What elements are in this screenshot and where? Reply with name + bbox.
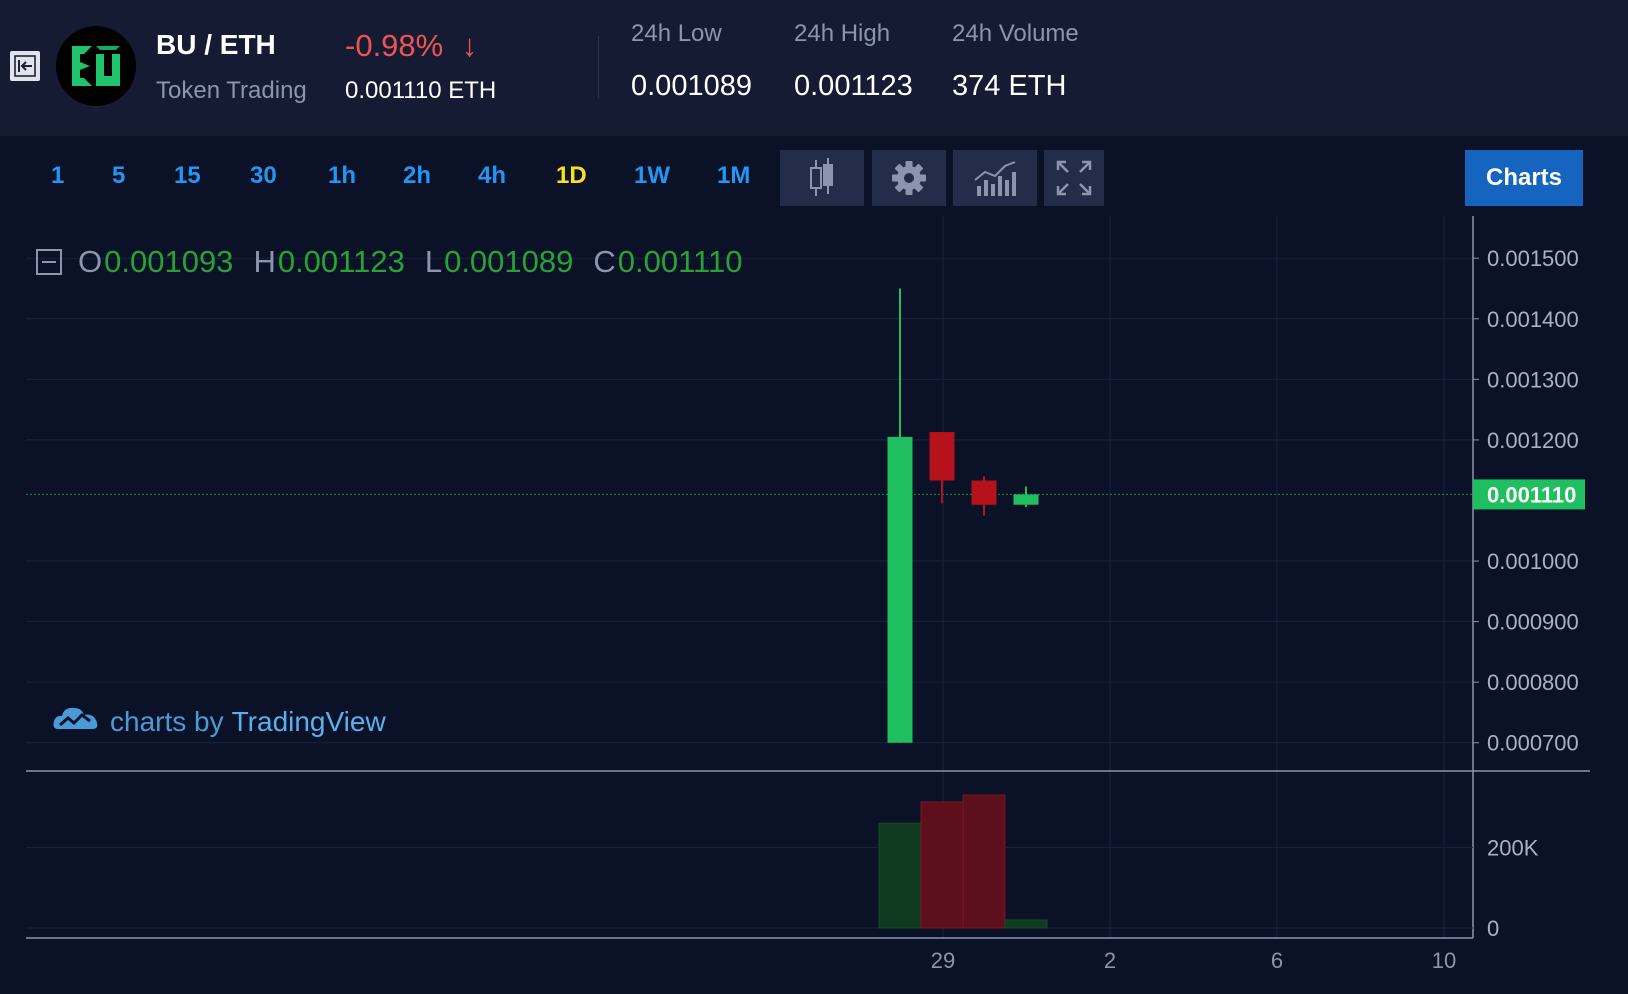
gear-icon[interactable] bbox=[872, 150, 946, 206]
stat-24h-volume: 24h Volume 374 ETH bbox=[952, 20, 1079, 103]
interval-2h[interactable]: 2h bbox=[403, 162, 431, 190]
stat-value: 0.001123 bbox=[794, 70, 913, 102]
y-tick-label: 0.001300 bbox=[1487, 367, 1579, 392]
y-tick-label: 0.001000 bbox=[1487, 549, 1579, 574]
stat-label: 24h Low bbox=[631, 20, 722, 47]
pair-title: BU / ETH bbox=[156, 29, 276, 60]
collapse-left-icon[interactable] bbox=[10, 51, 40, 81]
x-tick-label: 6 bbox=[1271, 948, 1283, 973]
tradingview-watermark[interactable]: charts by TradingView bbox=[52, 703, 386, 740]
price-change: -0.98% ↓ bbox=[345, 28, 477, 64]
arrow-down-icon: ↓ bbox=[461, 28, 478, 63]
fullscreen-icon[interactable] bbox=[1044, 150, 1104, 206]
stat-24h-high: 24h High 0.001123 bbox=[794, 20, 913, 103]
x-tick-label: 2 bbox=[1104, 948, 1116, 973]
candle-body bbox=[887, 436, 913, 743]
stat-value: 374 ETH bbox=[952, 70, 1067, 102]
volume-tick-label: 200K bbox=[1487, 835, 1539, 860]
candle-body bbox=[929, 432, 955, 481]
interval-1w[interactable]: 1W bbox=[634, 162, 670, 190]
pair-subtitle: Token Trading bbox=[156, 77, 307, 104]
stat-24h-low: 24h Low 0.001089 bbox=[631, 20, 752, 103]
last-price-label: 0.001110 bbox=[1487, 482, 1576, 507]
interval-1h[interactable]: 1h bbox=[328, 162, 356, 190]
charts-button[interactable]: Charts bbox=[1465, 150, 1583, 206]
stat-label: 24h High bbox=[794, 20, 891, 47]
price-chart[interactable]: 29 2 6 10 0.001500 0.001400 0.001300 0.001200 0.… bbox=[0, 216, 1628, 994]
bu-logo-icon bbox=[56, 26, 136, 106]
volume-bar bbox=[962, 794, 1006, 929]
legend-collapse-icon[interactable] bbox=[36, 249, 62, 275]
legend-low-value: 0.001089 bbox=[444, 244, 574, 279]
interval-1d[interactable]: 1D bbox=[556, 162, 587, 190]
interval-15[interactable]: 15 bbox=[174, 162, 201, 190]
legend-open-value: 0.001093 bbox=[104, 244, 234, 279]
candle-body bbox=[1013, 494, 1039, 505]
legend-high-label: H bbox=[253, 244, 276, 279]
y-tick-label: 0.001200 bbox=[1487, 428, 1579, 453]
volume-tick-label: 0 bbox=[1487, 916, 1499, 941]
legend-low-label: L bbox=[424, 244, 443, 279]
tradingview-cloud-icon bbox=[52, 703, 100, 740]
stat-label: 24h Volume bbox=[952, 20, 1079, 47]
price-change-value: -0.98% bbox=[345, 28, 444, 63]
y-tick-label: 0.000800 bbox=[1487, 670, 1579, 695]
chart-toolbar: 1 5 15 30 1h 2h 4h 1D 1W 1M Charts bbox=[0, 136, 1628, 216]
ohlc-legend: O 0.001093 H 0.001123 L 0.001089 C 0.001… bbox=[36, 244, 762, 280]
legend-close-value: 0.001110 bbox=[617, 244, 743, 279]
legend-high-value: 0.001123 bbox=[277, 244, 405, 279]
watermark-brand: TradingView bbox=[231, 705, 386, 737]
legend-close-label: C bbox=[593, 244, 616, 279]
candlestick-icon[interactable] bbox=[780, 150, 864, 206]
y-tick-label: 0.001500 bbox=[1487, 246, 1579, 271]
volume-bar bbox=[920, 801, 964, 929]
y-tick-label: 0.001400 bbox=[1487, 307, 1579, 332]
interval-5[interactable]: 5 bbox=[112, 162, 125, 190]
x-tick-label: 10 bbox=[1432, 948, 1456, 973]
last-price: 0.001110 ETH bbox=[345, 77, 497, 104]
stat-value: 0.001089 bbox=[631, 70, 752, 102]
interval-1[interactable]: 1 bbox=[51, 162, 64, 190]
indicators-icon[interactable] bbox=[953, 150, 1037, 206]
interval-4h[interactable]: 4h bbox=[478, 162, 506, 190]
volume-bar bbox=[878, 822, 922, 929]
watermark-prefix: charts by bbox=[110, 705, 224, 737]
x-tick-label: 29 bbox=[931, 948, 955, 973]
interval-30[interactable]: 30 bbox=[250, 162, 277, 190]
market-header: BU / ETH Token Trading -0.98% ↓ 0.001110… bbox=[0, 0, 1628, 137]
volume-bar bbox=[1004, 919, 1048, 929]
chart-canvas[interactable]: 29 2 6 10 0.001500 0.001400 0.001300 0.001200 0.… bbox=[0, 216, 1628, 994]
y-tick-label: 0.000900 bbox=[1487, 610, 1579, 635]
candle-body bbox=[971, 480, 997, 505]
y-tick-label: 0.000700 bbox=[1487, 731, 1579, 756]
legend-open-label: O bbox=[78, 244, 103, 279]
interval-1m[interactable]: 1M bbox=[717, 162, 750, 190]
header-divider bbox=[598, 36, 599, 98]
